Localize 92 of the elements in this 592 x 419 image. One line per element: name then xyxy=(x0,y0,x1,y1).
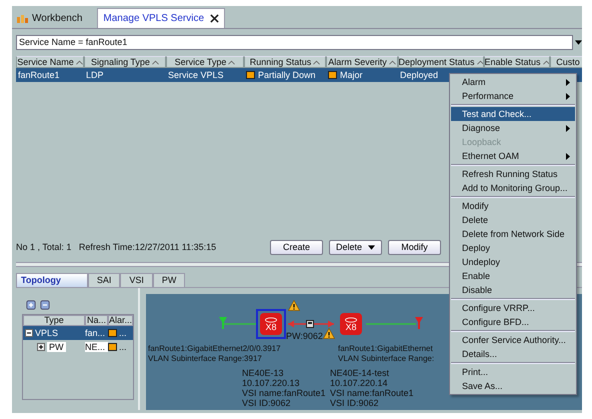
expander-icon[interactable] xyxy=(25,329,33,337)
column-header[interactable]: Type xyxy=(23,315,85,326)
menu-item[interactable]: Save As... xyxy=(451,379,575,393)
router-symbol-icon xyxy=(264,316,278,322)
tab[interactable]: VSI xyxy=(120,273,153,287)
table-cell: Service VPLS xyxy=(168,70,224,80)
menu-item[interactable]: Diagnose xyxy=(451,121,575,135)
column-header[interactable]: Enable Status xyxy=(484,56,550,68)
tab[interactable]: Manage VPLS Service xyxy=(97,8,226,28)
table-cell: fanRoute1 xyxy=(18,70,60,80)
collapse-all-icon[interactable] xyxy=(40,300,50,310)
tab[interactable]: SAI xyxy=(88,273,120,287)
link-line xyxy=(366,323,416,325)
menu-item[interactable]: Enable xyxy=(451,269,575,283)
tree-cell: ... xyxy=(119,342,127,352)
menu-item[interactable]: Configure BFD... xyxy=(451,315,575,329)
node-label: NE40E-14-test xyxy=(330,368,390,378)
menu-item[interactable]: Deploy xyxy=(451,241,575,255)
sort-icon xyxy=(76,60,83,64)
port-label: fanRoute1:GigabitEthernet xyxy=(338,344,434,354)
column-header[interactable]: Running Status xyxy=(244,56,326,68)
column-header[interactable]: Service Type xyxy=(166,56,244,68)
column-header[interactable]: Alarm Severity xyxy=(326,56,398,68)
column-header[interactable]: Custo xyxy=(550,56,582,68)
column-header[interactable]: Signaling Type xyxy=(84,56,166,68)
close-icon[interactable] xyxy=(210,14,220,23)
menu-item[interactable]: Confer Service Authority... xyxy=(451,333,575,347)
table-cell: Deployed xyxy=(400,70,438,80)
menu-item[interactable]: Ethernet OAM xyxy=(451,149,575,163)
pseudowire-icon xyxy=(306,320,314,328)
port-label: VLAN Subinterface Range: xyxy=(338,354,434,364)
menu-item[interactable]: Refresh Running Status xyxy=(451,167,575,181)
status-text: No 1 , Total: 1 Refresh Time:12/27/2011 11:35:15 xyxy=(16,242,218,252)
tab[interactable]: PW xyxy=(152,273,186,287)
node-label: VSI ID:9062 xyxy=(242,398,292,408)
submenu-arrow-icon xyxy=(566,124,570,132)
menu-item[interactable]: Delete from Network Side xyxy=(451,227,575,241)
dropdown-icon[interactable] xyxy=(575,40,582,45)
menu-item[interactable]: Undeploy xyxy=(451,255,575,269)
link-label: PW:9062 xyxy=(286,331,323,341)
tree-cell: fan... xyxy=(85,328,106,338)
sort-icon xyxy=(313,60,320,64)
sort-icon xyxy=(228,60,236,64)
filter-field[interactable]: Service Name = fanRoute1 xyxy=(16,35,573,50)
action-button[interactable]: Modify xyxy=(388,240,441,254)
tree-label: VPLS xyxy=(35,328,58,338)
menu-item[interactable]: Disable xyxy=(451,283,575,297)
menu-item[interactable]: Add to Monitoring Group... xyxy=(451,181,575,195)
menu-item[interactable]: Print... xyxy=(451,365,575,379)
menu-item[interactable]: Delete xyxy=(451,213,575,227)
sort-icon xyxy=(542,60,549,64)
menu-item[interactable]: Modify xyxy=(451,199,575,213)
expander-icon[interactable] xyxy=(37,343,45,351)
menu-item[interactable]: Test and Check... xyxy=(451,107,575,121)
column-header[interactable]: Service Name xyxy=(16,56,84,68)
tree-label: PW xyxy=(47,342,66,352)
double-arrow xyxy=(288,320,334,328)
router-node[interactable]: X8 xyxy=(256,309,286,339)
node-label: VSI name:fanRoute1 xyxy=(242,388,326,398)
caret-icon[interactable] xyxy=(368,244,375,250)
node-label: VSI name:fanRoute1 xyxy=(330,388,414,398)
table-cell: LDP xyxy=(86,70,104,80)
node-label: 10.107.220.14 xyxy=(330,378,389,388)
workbench-icon xyxy=(17,14,29,22)
link-line xyxy=(224,323,256,325)
tab[interactable]: Topology xyxy=(16,273,88,287)
router-symbol-icon xyxy=(344,316,358,322)
action-button[interactable]: Create xyxy=(270,240,323,254)
tab[interactable]: Workbench xyxy=(12,9,88,28)
expand-all-icon[interactable] xyxy=(26,300,36,310)
menu-item[interactable]: Details... xyxy=(451,347,575,361)
tree-cell: NE... xyxy=(85,342,106,352)
tree-cell: ... xyxy=(119,328,127,338)
node-label: NE40E-13 xyxy=(242,368,285,378)
node-label: VSI ID:9062 xyxy=(330,398,380,408)
sort-icon xyxy=(152,60,159,64)
action-button[interactable]: Delete xyxy=(329,240,382,254)
table-cell: Partially Down xyxy=(258,70,316,80)
submenu-arrow-icon xyxy=(566,152,570,160)
port-label: VLAN Subinterface Range:3917 xyxy=(148,354,263,364)
column-header[interactable]: Na... xyxy=(85,315,108,326)
menu-item[interactable]: Configure VRRP... xyxy=(451,301,575,315)
menu-item[interactable]: Performance xyxy=(451,89,575,103)
port-label: fanRoute1:GigabitEthernet2/0/0.3917 xyxy=(148,344,281,354)
node-label: 10.107.220.13 xyxy=(242,378,301,388)
sort-icon xyxy=(388,60,396,64)
column-header[interactable]: Alar... xyxy=(108,315,133,326)
table-cell: Major xyxy=(340,70,363,80)
tree-row[interactable]: VPLS fan... ... xyxy=(23,326,133,340)
column-header[interactable]: Deployment Status xyxy=(398,56,484,68)
tree-row[interactable]: PW NE... ... xyxy=(23,340,133,354)
sort-icon xyxy=(476,60,483,64)
